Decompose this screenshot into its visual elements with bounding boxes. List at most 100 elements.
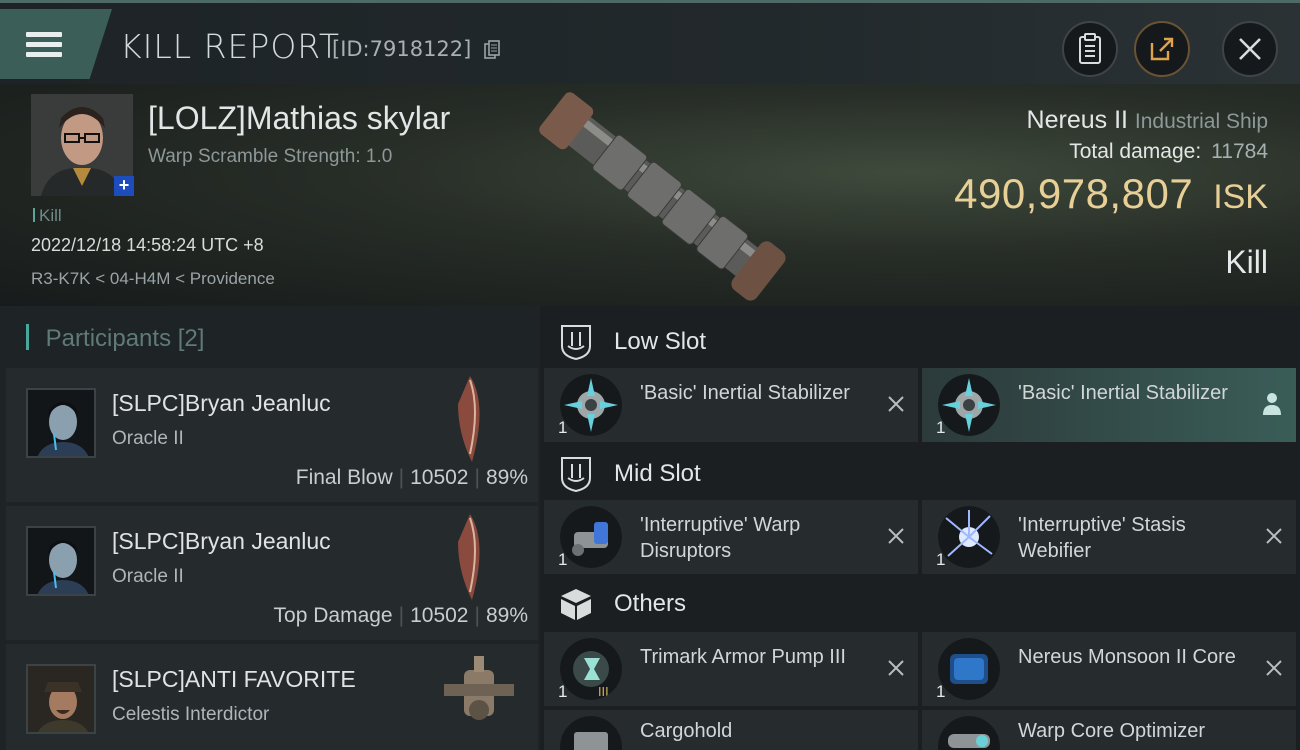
destroyed-x-icon (888, 396, 904, 412)
clipboard-icon (1079, 33, 1101, 64)
fitted-item[interactable]: 1 'Basic' Inertial Stabilizer (544, 368, 918, 442)
low-slot-icon (561, 325, 591, 360)
others-label: Others (614, 590, 687, 617)
participant-card[interactable]: [SLPC]Bryan Jeanluc Oracle II Top Damage… (6, 506, 538, 640)
kill-location[interactable]: R3-K7K < 04-H4M < Providence (31, 269, 275, 289)
participant-stats: Final Blow | 10502 | 89% (295, 466, 528, 489)
ship-core-icon (938, 638, 1000, 700)
clipboard-button[interactable] (1062, 21, 1118, 77)
destroyed-x-icon (888, 660, 904, 676)
item-quantity: 1 (558, 550, 568, 569)
item-name: Trimark Armor Pump III (640, 646, 846, 668)
participant-card[interactable]: [SLPC]Bryan Jeanluc Oracle II Final Blow… (6, 368, 538, 502)
participant-percent: 89% (485, 604, 528, 627)
item-quantity: 1 (936, 550, 946, 569)
participant-ship-image (458, 376, 480, 462)
item-name: Cargohold (640, 720, 733, 742)
participant-ship-image (458, 514, 480, 600)
fitted-item[interactable]: 1 'Basic' Inertial Stabilizer (922, 368, 1296, 442)
participant-ship: Oracle II (112, 566, 184, 587)
result-label: Kill (1225, 244, 1268, 280)
close-button[interactable] (1222, 21, 1278, 77)
cargohold-icon (560, 716, 622, 750)
victim-ship-image (539, 92, 786, 301)
cargo-box-icon (561, 589, 591, 620)
victim-banner: + [LOLZ]Mathias skylar Warp Scramble Str… (0, 84, 1300, 306)
inertial-stabilizer-icon (938, 374, 1000, 436)
fitted-item[interactable]: III 1 Trimark Armor Pump III (544, 632, 918, 706)
participant-tag: Top Damage (273, 604, 393, 627)
total-damage-value: 11784 (1211, 140, 1268, 163)
total-damage-label: Total damage: (1069, 140, 1202, 163)
ship-class: Industrial Ship (1134, 110, 1268, 133)
item-name: Warp Core Optimizer (1018, 720, 1206, 742)
participant-card[interactable]: [SLPC]ANTI FAVORITE Celestis Interdictor (6, 644, 538, 750)
participant-name: [SLPC]Bryan Jeanluc (112, 390, 331, 416)
others-header: Others (558, 584, 686, 624)
participants-count: [2] (177, 325, 205, 352)
item-quantity: 1 (936, 418, 946, 437)
participant-percent: 89% (485, 466, 528, 489)
item-quantity: 1 (936, 682, 946, 701)
victim-name[interactable]: [LOLZ]Mathias skylar (148, 100, 450, 137)
isk-unit: ISK (1213, 178, 1268, 216)
report-id: [ID:7918122] (332, 37, 472, 61)
warp-scramble-strength: Warp Scramble Strength: 1.0 (148, 146, 393, 167)
isk-value: 490,978,807 (954, 170, 1194, 217)
participants-title: Participants (45, 325, 172, 352)
fitted-item[interactable]: 1 'Interruptive' Warp Disruptors (544, 500, 918, 574)
fitted-item[interactable]: 1 'Interruptive' Stasis Webifier (922, 500, 1296, 574)
isk-value-line: 490,978,807 ISK (954, 170, 1268, 218)
total-damage: Total damage: 11784 (1069, 140, 1268, 164)
participant-name: [SLPC]Bryan Jeanluc (112, 528, 331, 554)
item-quantity: 1 (558, 682, 568, 701)
destroyed-x-icon (888, 528, 904, 544)
page-title: KILL REPORT (120, 27, 340, 66)
svg-text:III: III (598, 685, 609, 699)
copy-icon[interactable] (484, 40, 500, 60)
header-bar: KILL REPORT [ID:7918122] (0, 0, 1300, 84)
mid-slot-header: Mid Slot (558, 454, 701, 494)
mid-slot-icon (561, 457, 591, 492)
participants-panel: Participants [2] [SLPC]Bryan Jeanluc Ora… (0, 306, 540, 750)
fitted-item[interactable]: 1 Nereus Monsoon II Core (922, 632, 1296, 706)
low-slot-header: Low Slot (558, 322, 706, 362)
share-button[interactable] (1134, 21, 1190, 77)
participant-name: [SLPC]ANTI FAVORITE (112, 666, 356, 692)
item-quantity: 1 (558, 418, 568, 437)
kill-type-tag: Kill (33, 206, 62, 226)
menu-button[interactable] (0, 9, 112, 79)
participant-stats: Top Damage | 10502 | 89% (273, 604, 528, 627)
item-name: Nereus Monsoon II Core (1018, 646, 1236, 668)
victim-ship[interactable]: Nereus II Industrial Ship (1027, 106, 1268, 135)
mid-slot-label: Mid Slot (614, 460, 701, 487)
close-icon (1239, 38, 1261, 60)
avatar (26, 526, 96, 596)
participant-damage: 10502 (410, 604, 469, 627)
kill-datetime: 2022/12/18 14:58:24 UTC +8 (31, 235, 264, 255)
destroyed-x-icon (1266, 660, 1282, 676)
avatar (26, 388, 96, 458)
dropped-person-icon (1263, 393, 1281, 415)
fitting-panel: Low Slot 1 'Basic' Inertial Stabilizer 1… (540, 306, 1300, 750)
low-slot-label: Low Slot (614, 328, 707, 355)
add-contact-button[interactable]: + (114, 176, 134, 196)
participants-header: Participants [2] (26, 324, 205, 353)
avatar (26, 664, 96, 734)
participant-ship: Oracle II (112, 428, 184, 449)
menu-icon (26, 27, 62, 62)
warp-core-optimizer-icon (938, 716, 1000, 750)
item-name: 'Basic' Inertial Stabilizer (1018, 382, 1228, 404)
fitted-item[interactable]: Cargohold (544, 710, 918, 750)
item-name: 'Interruptive' Stasis Webifier (1018, 514, 1186, 562)
share-icon (1150, 37, 1174, 61)
participant-damage: 10502 (410, 466, 469, 489)
fitted-item[interactable]: Warp Core Optimizer (922, 710, 1296, 750)
warp-disruptor-icon (560, 506, 622, 568)
item-name: 'Basic' Inertial Stabilizer (640, 382, 850, 404)
stasis-webifier-icon (938, 506, 1000, 568)
armor-pump-icon: III (560, 638, 622, 700)
ship-name: Nereus II (1026, 106, 1128, 134)
participant-ship: Celestis Interdictor (112, 704, 270, 725)
item-name: 'Interruptive' Warp Disruptors (640, 514, 801, 562)
